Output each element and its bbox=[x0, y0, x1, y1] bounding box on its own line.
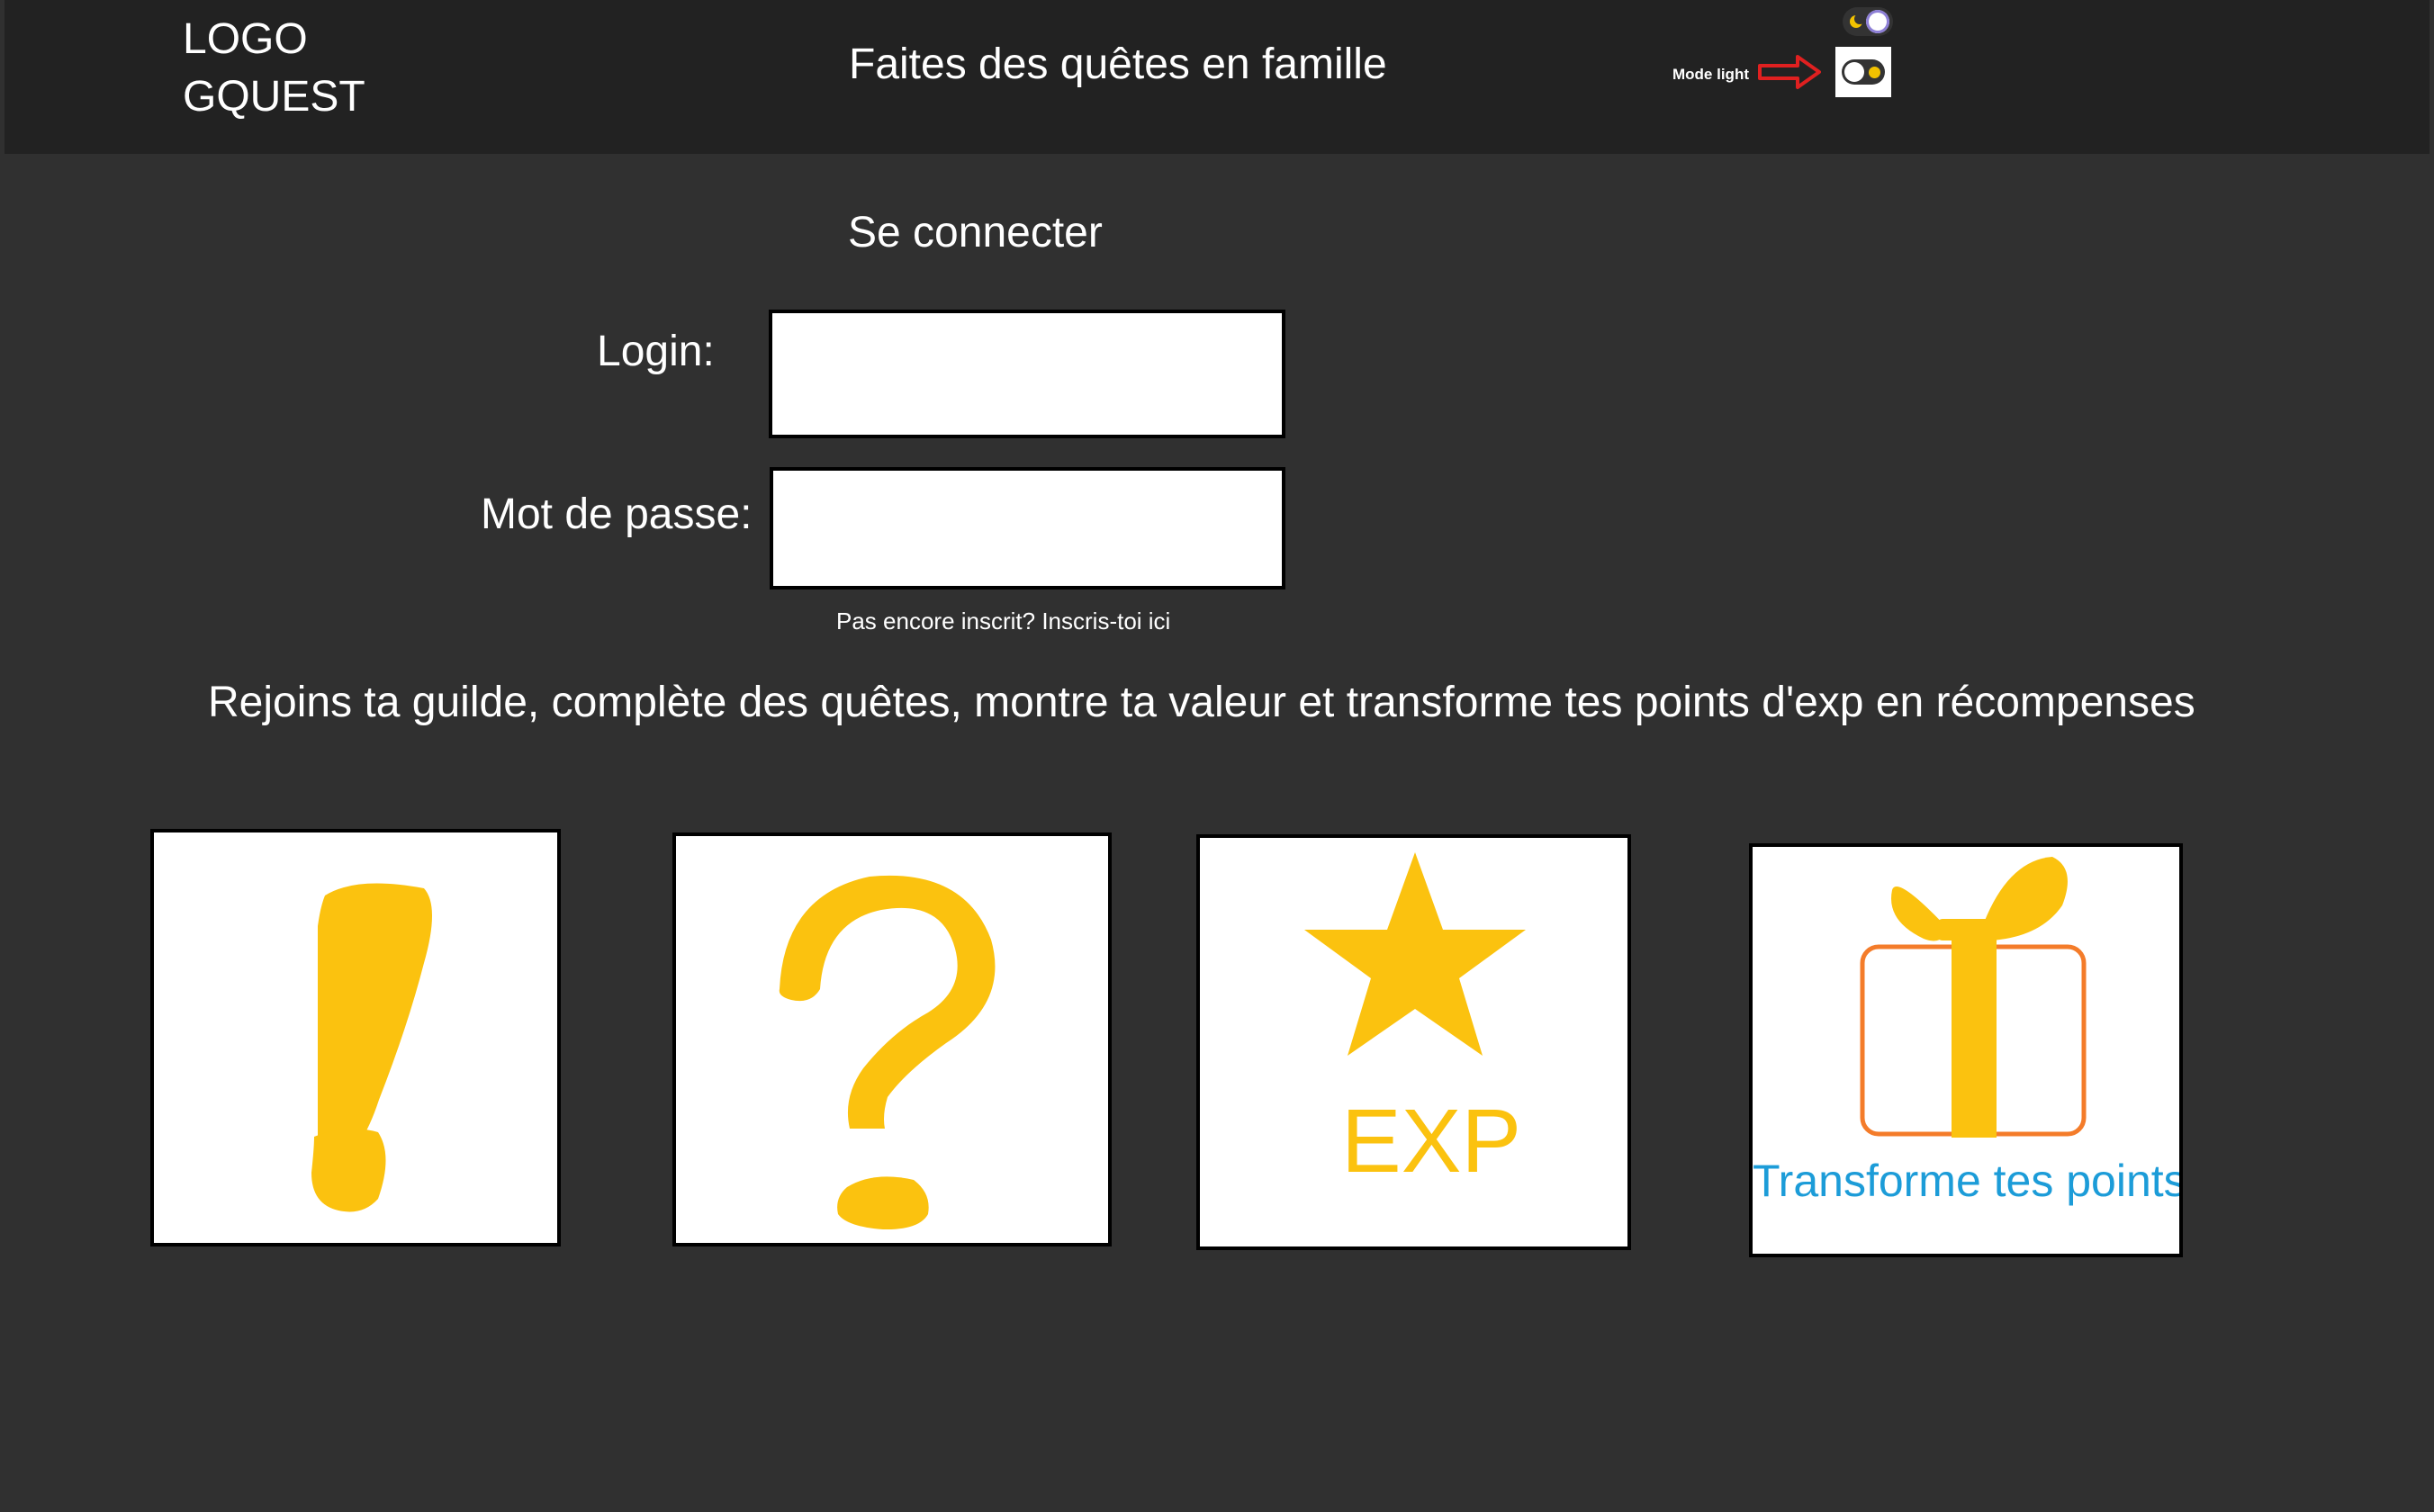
feature-card-questions bbox=[672, 832, 1112, 1246]
mode-label: Mode light bbox=[1672, 66, 1749, 83]
feature-card-quests bbox=[150, 829, 561, 1246]
arrow-right-icon bbox=[1758, 55, 1821, 89]
exclamation-icon bbox=[311, 883, 432, 1212]
theme-toggle[interactable] bbox=[1835, 47, 1891, 97]
sun-icon bbox=[1869, 67, 1880, 78]
login-title: Se connecter bbox=[848, 209, 1103, 256]
intro-text: Rejoins ta guilde, complète des quêtes, … bbox=[208, 679, 2195, 726]
site-tagline: Faites des quêtes en famille bbox=[849, 40, 1387, 88]
dark-mode-toggle[interactable] bbox=[1843, 7, 1893, 36]
login-label: Login: bbox=[597, 328, 715, 375]
feature-card-exp: EXP bbox=[1196, 834, 1631, 1250]
password-input[interactable] bbox=[770, 467, 1285, 590]
points-label: Transforme tes points bbox=[1753, 1156, 2183, 1206]
exp-label: EXP bbox=[1341, 1091, 1522, 1192]
logo[interactable]: LOGO GQUEST bbox=[183, 11, 365, 126]
question-icon bbox=[779, 875, 996, 1230]
toggle-track bbox=[1842, 59, 1885, 85]
feature-card-rewards: Transforme tes points bbox=[1749, 843, 2183, 1257]
site-header: LOGO GQUEST Faites des quêtes en famille… bbox=[5, 0, 2429, 154]
toggle-knob bbox=[1844, 62, 1864, 82]
signup-link[interactable]: Pas encore inscrit? Inscris-toi ici bbox=[836, 606, 1170, 636]
moon-icon bbox=[1850, 14, 1865, 28]
toggle-knob bbox=[1866, 10, 1889, 33]
logo-line-1: LOGO bbox=[183, 15, 308, 63]
password-label: Mot de passe: bbox=[481, 490, 753, 538]
login-input[interactable] bbox=[769, 310, 1285, 438]
logo-line-2: GQUEST bbox=[183, 73, 365, 121]
